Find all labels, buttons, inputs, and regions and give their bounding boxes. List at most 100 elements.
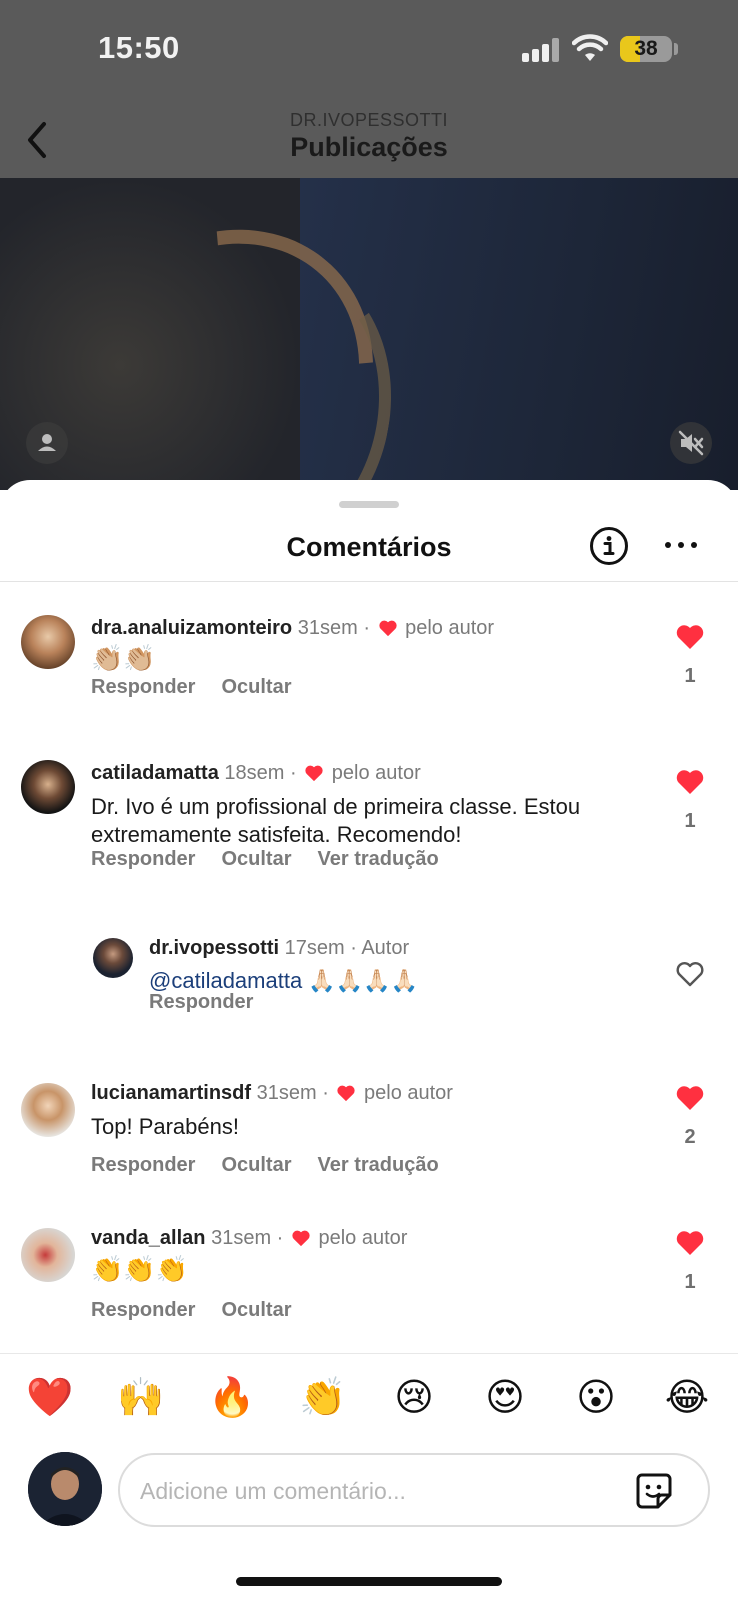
heart-icon[interactable] [675,1229,705,1257]
author-label: Autor [361,937,410,959]
status-time: 15:50 [98,30,180,65]
battery-indicator: 38 [620,36,672,62]
tagged-users-button[interactable] [26,422,68,464]
separator: · [350,937,357,959]
user-icon [38,434,56,451]
mention-link[interactable]: @catiladamatta [149,968,302,993]
more-horizontal-icon[interactable] [664,538,698,552]
liked-by-author-label: pelo autor [318,1227,408,1249]
avatar-image [28,1452,102,1526]
comment-username[interactable]: lucianamartinsdf [91,1082,251,1104]
avatar[interactable] [21,615,75,669]
quick-reactions: ❤️ 🙌 🔥 👏 😢 😍 😮 😂 [0,1374,738,1422]
nav-header: DR.IVOPESSOTTI Publicações [0,100,738,178]
comment-text: Dr. Ivo é um profissional de primeira cl… [91,794,581,847]
comment-actions: Responder Ocultar Ver tradução [91,848,465,871]
status-bar: 15:50 38 [0,0,738,100]
reply-button[interactable]: Responder [91,676,195,698]
comment-emoji: 🙏🏻🙏🏻🙏🏻🙏🏻 [308,968,418,993]
reply-button[interactable]: Responder [91,848,195,870]
separator: · [363,617,370,639]
reaction-raising-hands[interactable]: 🙌 [115,1374,167,1422]
wifi-icon [572,34,608,61]
reply-button[interactable]: Responder [91,1299,195,1321]
liked-by-author-label: pelo autor [405,617,495,639]
current-user-avatar [28,1452,102,1526]
profile-username: DR.IVOPESSOTTI [289,110,449,130]
comment-actions: Responder Ocultar [91,676,318,699]
comment-header: lucianamartinsdf 31sem · pelo autor [91,1082,453,1105]
heart-icon [337,1085,356,1102]
comment-actions: Responder [149,991,279,1014]
heart-outline-icon[interactable] [675,960,705,988]
hide-button[interactable]: Ocultar [221,676,291,698]
comment-text: Top! Parabéns! [91,1114,239,1139]
comment-input-wrapper [118,1453,710,1527]
liked-by-author-label: pelo autor [331,762,421,784]
comment-time: 18sem [224,762,285,784]
heart-icon[interactable] [675,1084,705,1112]
avatar[interactable] [93,938,133,978]
comment-actions: Responder Ocultar [91,1299,318,1322]
reaction-surprised[interactable]: 😮 [570,1374,622,1422]
liked-by-author-label: pelo autor [364,1082,453,1104]
hide-button[interactable]: Ocultar [221,848,291,870]
comment-username[interactable]: catiladamatta [91,762,219,784]
comment-header: dra.analuizamonteiro 31sem · pelo autor [91,617,494,640]
heart-icon [292,1230,310,1247]
post-media[interactable] [0,178,738,490]
comment-header: vanda_allan 31sem · pelo autor [91,1227,407,1250]
hide-button[interactable]: Ocultar [221,1299,291,1321]
like-count: 1 [684,1271,696,1293]
like-count: 2 [684,1126,696,1148]
mute-button[interactable] [670,422,712,464]
sheet-header: Comentários [0,510,738,582]
info-icon[interactable] [589,526,629,566]
reaction-crying[interactable]: 😢 [388,1374,440,1422]
reaction-laughing[interactable]: 😂 [661,1374,713,1422]
separator: · [322,1082,329,1104]
reaction-heart[interactable]: ❤️ [24,1374,76,1422]
see-translation-button[interactable]: Ver tradução [318,848,439,870]
reaction-heart-eyes[interactable]: 😍 [479,1374,531,1422]
comment-composer-area: ❤️ 🙌 🔥 👏 😢 😍 😮 😂 [0,1353,738,1600]
home-indicator [236,1577,502,1586]
comment-text: 👏👏👏 [91,1254,189,1284]
battery-percent: 38 [634,37,658,60]
comment-time: 31sem [256,1082,317,1104]
speaker-muted-icon [678,430,704,456]
comment-actions: Responder Ocultar Ver tradução [91,1154,465,1177]
separator: · [290,762,297,784]
comment-time: 31sem [297,617,358,639]
avatar[interactable] [21,1083,75,1137]
comment-username[interactable]: dra.analuizamonteiro [91,617,292,639]
sheet-grabber[interactable] [339,501,399,508]
heart-icon[interactable] [675,768,705,796]
comment-time: 31sem [211,1227,272,1249]
reaction-fire[interactable]: 🔥 [206,1374,258,1422]
comment-header: dr.ivopessotti 17sem · Autor [149,937,409,960]
comment-username[interactable]: vanda_allan [91,1227,206,1249]
avatar[interactable] [21,760,75,814]
sticker-icon[interactable] [634,1471,674,1511]
like-count: 1 [684,665,696,687]
avatar[interactable] [21,1228,75,1282]
heart-icon[interactable] [675,623,705,651]
dimmed-background: 15:50 38 DR.IVOPESSOTTI Publicações [0,0,738,490]
comment-header: catiladamatta 18sem · pelo autor [91,762,421,785]
reply-button[interactable]: Responder [149,991,253,1013]
comment-text: 👏🏼👏🏼 [91,643,156,673]
heart-icon [378,620,397,637]
separator: · [276,1227,284,1249]
hide-button[interactable]: Ocultar [221,1154,291,1176]
comment-time: 17sem [284,937,345,959]
reply-button[interactable]: Responder [91,1154,195,1176]
reaction-clap[interactable]: 👏 [297,1374,349,1422]
heart-icon [305,765,323,782]
comment-input[interactable] [140,1473,610,1509]
page-title: Publicações [290,132,448,162]
see-translation-button[interactable]: Ver tradução [318,1154,439,1176]
like-count: 1 [684,810,696,832]
comment-username[interactable]: dr.ivopessotti [149,937,279,959]
battery-cap [674,43,678,55]
